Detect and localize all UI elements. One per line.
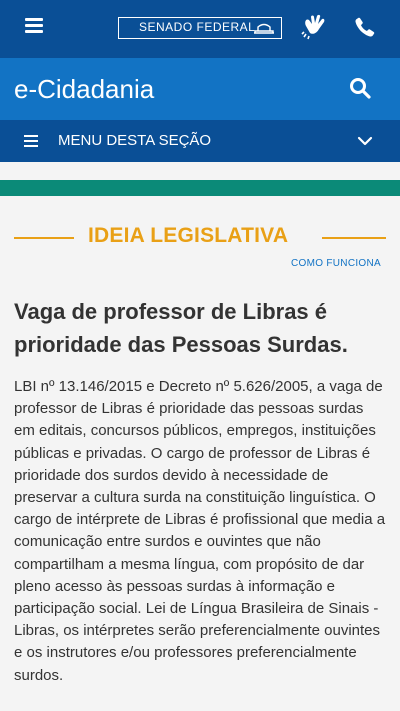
section-header-line-left — [14, 237, 74, 239]
section-header-line-right — [322, 237, 386, 239]
menu-icon[interactable] — [25, 18, 43, 34]
senado-federal-logo[interactable]: SENADO FEDERAL — [118, 17, 282, 39]
como-funciona-link[interactable]: COMO FUNCIONA — [291, 258, 381, 269]
section-menu-toggle[interactable]: MENU DESTA SEÇÃO — [0, 120, 400, 162]
phone-icon[interactable] — [354, 16, 376, 38]
section-title: IDEIA LEGISLATIVA — [88, 224, 289, 247]
top-header: SENADO FEDERAL — [0, 0, 400, 58]
section-header: IDEIA LEGISLATIVA — [0, 222, 400, 254]
portal-title[interactable]: e-Cidadania — [14, 74, 154, 105]
section-divider-bar — [0, 180, 400, 196]
idea-title: Vaga de professor de Libras é prioridade… — [14, 299, 348, 357]
chevron-down-icon — [357, 136, 373, 146]
search-icon[interactable] — [348, 76, 372, 100]
menu-list-icon — [24, 135, 38, 147]
idea-description: LBI nº 13.146/2015 e Decreto nº 5.626/20… — [14, 378, 386, 684]
section-menu-label: MENU DESTA SEÇÃO — [58, 132, 212, 149]
libras-icon[interactable] — [300, 12, 328, 40]
senado-building-icon — [254, 23, 274, 34]
portal-header: e-Cidadania — [0, 58, 400, 120]
senado-logo-text: SENADO FEDERAL — [139, 20, 256, 34]
